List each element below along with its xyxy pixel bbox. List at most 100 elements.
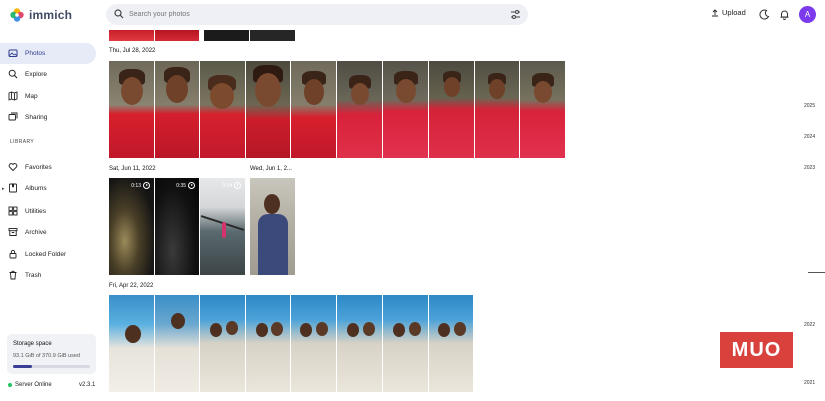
search-input[interactable] — [129, 11, 499, 18]
video-duration: 0:13 — [131, 182, 150, 189]
lock-icon — [9, 249, 17, 259]
scrubber-year[interactable]: 2022 — [804, 322, 815, 328]
photo-thumbnail[interactable] — [155, 30, 199, 41]
sidebar-item-favorites[interactable]: Favorites — [0, 157, 96, 178]
photo-thumbnail[interactable] — [429, 295, 473, 392]
upload-icon — [712, 8, 718, 16]
server-online-dot — [8, 383, 12, 387]
photo-thumbnail[interactable] — [429, 61, 474, 158]
storage-usage-text: 93.1 GiB of 370.9 GiB used — [13, 353, 80, 359]
immich-app: immich Upload A — [0, 0, 825, 401]
sidebar-item-utilities[interactable]: Utilities — [0, 201, 96, 222]
sidebar-item-archive[interactable]: Archive — [0, 222, 96, 243]
photo-thumbnail[interactable] — [250, 178, 295, 275]
scrubber-year[interactable]: 2023 — [804, 165, 815, 171]
sidebar-item-map[interactable]: Map — [0, 86, 96, 107]
sidebar-item-explore[interactable]: Explore — [0, 64, 96, 85]
sidebar-item-locked-folder[interactable]: Locked Folder — [0, 244, 96, 265]
search-icon — [114, 9, 124, 19]
photo-thumbnail[interactable] — [109, 295, 154, 392]
server-version: v2.3.1 — [79, 382, 96, 388]
sidebar-item-trash[interactable]: Trash — [0, 265, 96, 286]
storage-card[interactable]: Storage space 93.1 GiB of 370.9 GiB used — [7, 334, 96, 374]
trash-icon — [9, 270, 17, 280]
sidebar-item-sharing[interactable]: Sharing — [0, 107, 96, 128]
expand-caret-icon[interactable]: ▸ — [2, 186, 5, 192]
photo-thumbnail[interactable] — [109, 61, 154, 158]
scrubber-year[interactable]: 2024 — [804, 134, 815, 140]
scrubber-year[interactable]: 2021 — [804, 380, 815, 386]
photo-thumbnail[interactable] — [200, 61, 245, 158]
photo-thumbnail[interactable] — [383, 295, 428, 392]
photo-thumbnail[interactable] — [250, 30, 295, 41]
server-status[interactable]: Server Online — [8, 382, 52, 388]
photo-thumbnail[interactable] — [291, 61, 336, 158]
sidebar: Photos Explore Map Sharing LIBRARY Favor… — [0, 30, 102, 401]
sidebar-item-label: Favorites — [25, 164, 52, 171]
sidebar-item-label: Albums — [25, 185, 47, 192]
upload-button[interactable]: Upload — [711, 8, 746, 17]
photo-thumbnail[interactable] — [475, 61, 519, 158]
sidebar-item-label: Map — [25, 93, 38, 100]
photo-thumbnail[interactable] — [246, 295, 290, 392]
play-icon — [188, 182, 195, 189]
sidebar-item-label: Archive — [25, 229, 47, 236]
play-icon — [143, 182, 150, 189]
video-thumbnail[interactable]: 0:34 — [200, 178, 245, 275]
storage-title: Storage space — [13, 341, 52, 347]
video-duration: 0:35 — [176, 182, 195, 189]
explore-icon — [8, 69, 18, 79]
sharing-icon — [8, 112, 18, 121]
photos-icon — [8, 49, 18, 57]
sidebar-item-label: Locked Folder — [25, 251, 67, 258]
date-group-label: Fri, Apr 22, 2022 — [109, 283, 154, 289]
muo-watermark: MUO — [720, 332, 798, 373]
date-group-label: Wed, Jun 1, 2... — [250, 166, 292, 172]
photo-thumbnail[interactable] — [337, 61, 382, 158]
user-avatar[interactable]: A — [799, 6, 816, 23]
photo-thumbnail[interactable] — [520, 61, 565, 158]
top-bar: immich Upload A — [0, 0, 825, 30]
storage-usage-bar — [13, 365, 90, 368]
sidebar-item-label: Explore — [25, 71, 48, 78]
library-section-title: LIBRARY — [10, 139, 35, 145]
video-duration: 0:34 — [222, 182, 241, 189]
scrubber-year[interactable]: 2025 — [804, 103, 815, 109]
date-group-label: Thu, Jul 28, 2022 — [109, 48, 156, 54]
scrubber-position-indicator[interactable] — [808, 272, 825, 273]
server-status-label: Server Online — [15, 382, 52, 388]
photo-thumbnail[interactable] — [291, 295, 336, 392]
map-icon — [8, 91, 18, 101]
photo-thumbnail[interactable] — [155, 61, 199, 158]
utilities-icon — [8, 206, 18, 216]
sidebar-item-label: Sharing — [25, 114, 48, 121]
filter-icon[interactable] — [510, 9, 521, 20]
immich-logo-icon — [10, 8, 24, 22]
video-thumbnail[interactable]: 0:13 — [109, 178, 154, 275]
photo-thumbnail[interactable] — [246, 61, 290, 158]
sidebar-item-label: Trash — [25, 272, 42, 279]
date-group-label: Sat, Jun 11, 2022 — [109, 166, 156, 172]
photo-thumbnail[interactable] — [109, 30, 154, 41]
app-logo[interactable]: immich — [9, 7, 72, 23]
notifications-bell-icon[interactable] — [779, 9, 790, 20]
photo-thumbnail[interactable] — [383, 61, 428, 158]
heart-icon — [8, 163, 18, 172]
theme-toggle-icon[interactable] — [759, 9, 770, 20]
sidebar-item-label: Utilities — [25, 208, 46, 215]
photo-thumbnail[interactable] — [155, 295, 199, 392]
play-icon — [234, 182, 241, 189]
archive-icon — [8, 228, 18, 236]
photo-thumbnail[interactable] — [204, 30, 249, 41]
photo-thumbnail[interactable] — [200, 295, 245, 392]
search-bar[interactable] — [106, 4, 528, 25]
sidebar-item-photos[interactable]: Photos — [0, 43, 96, 64]
sidebar-item-label: Photos — [25, 50, 46, 57]
sidebar-item-albums[interactable]: ▸ Albums — [0, 178, 96, 199]
storage-usage-fill — [13, 365, 33, 368]
video-thumbnail[interactable]: 0:35 — [155, 178, 199, 275]
albums-icon — [9, 183, 17, 193]
upload-label: Upload — [722, 8, 746, 17]
app-name: immich — [29, 8, 73, 22]
photo-thumbnail[interactable] — [337, 295, 382, 392]
